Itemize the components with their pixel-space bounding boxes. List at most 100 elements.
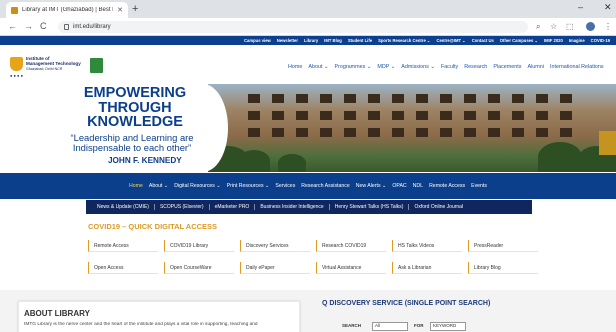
utility-bar: Campus view Newsletter Library IMT Blog Stud… <box>0 36 616 45</box>
library-nav-about[interactable]: About ⌄ <box>149 183 168 189</box>
banner-heading-line-2: THROUGH <box>98 99 172 116</box>
building-window <box>440 111 452 120</box>
quick-access-ask-a-librarian[interactable]: Ask a Librarian <box>392 262 462 274</box>
building-window <box>560 94 572 103</box>
quick-access-research-covid19[interactable]: Research COVID19 <box>316 240 386 252</box>
back-button[interactable]: ← <box>8 21 17 31</box>
library-nav-print-resources[interactable]: Print Resources ⌄ <box>227 183 270 189</box>
building-window <box>272 128 284 137</box>
banner-quote-line-2: Indispensable to each other” <box>72 142 192 153</box>
utility-link-imif-2020[interactable]: IMIF 2020 <box>544 38 563 43</box>
reload-button[interactable]: C <box>40 21 47 31</box>
main-nav-programmes[interactable]: Programmes ⌄ <box>335 64 372 70</box>
building-window <box>464 111 476 120</box>
library-nav-opac[interactable]: OPAC <box>392 183 406 189</box>
building-window <box>368 111 380 120</box>
main-nav-international-relations[interactable]: International Relations <box>550 64 604 70</box>
building-window <box>368 128 380 137</box>
banner-heading-line-1: EMPOWERING <box>83 85 187 101</box>
browser-tab-title: Library at IMT (Ghaziabad) | Best I <box>22 7 114 13</box>
quick-access-daily-epaper[interactable]: Daily ePaper <box>240 262 310 274</box>
imt-emblem-icon[interactable] <box>10 57 23 71</box>
discovery-service-title: Q DISCOVERY SERVICE (SINGLE POINT SEARCH… <box>322 300 491 307</box>
building-window <box>272 94 284 103</box>
browser-tab[interactable]: Library at IMT (Ghaziabad) | Best I ✕ <box>6 2 128 18</box>
library-nav-events[interactable]: Events <box>471 183 487 189</box>
quick-access-library-blog[interactable]: Library Blog <box>468 262 538 274</box>
utility-link-other-campuses[interactable]: Other Campuses ⌄ <box>500 38 538 43</box>
library-nav-home[interactable]: Home <box>129 183 143 189</box>
utility-link-library[interactable]: Library <box>304 38 318 43</box>
tree-shape <box>238 150 270 172</box>
news-link-news-update-cmie[interactable]: News & Update (CMIE) <box>92 204 155 210</box>
building-window <box>416 128 428 137</box>
utility-link-imt-blog[interactable]: IMT Blog <box>324 38 342 43</box>
url-field[interactable]: imt.edu/library <box>58 21 528 33</box>
extension-icon[interactable]: ⬚ <box>566 22 574 31</box>
institute-logo-text[interactable]: Institute of Management Technology Ghazi… <box>26 56 81 72</box>
quick-access-open-courseware[interactable]: Open CourseWare <box>164 262 234 274</box>
main-nav-alumni[interactable]: Alumni <box>527 64 543 70</box>
quick-access-pressreader[interactable]: PressReader <box>468 240 538 252</box>
accreditation-badge-icon <box>90 58 103 73</box>
banner-heading: EMPOWERING THROUGH KNOWLEDGE <box>70 86 200 130</box>
building-window <box>464 94 476 103</box>
quick-access-remote-access[interactable]: Remote Access <box>88 240 158 252</box>
utility-link-campus-view[interactable]: Campus view <box>244 38 271 43</box>
search-scope-select[interactable]: All <box>372 322 408 331</box>
tree-shape <box>278 154 306 172</box>
main-nav-about[interactable]: About ⌄ <box>308 64 328 70</box>
news-link-business-insider-intelligence[interactable]: Business Insider Intelligence <box>255 204 330 210</box>
utility-link-centre-imt[interactable]: Centre@IMT ⌄ <box>436 38 465 43</box>
minimize-window-button[interactable]: – <box>578 2 583 12</box>
for-label: FOR <box>414 323 424 328</box>
quick-access-open-access[interactable]: Open Access <box>88 262 158 274</box>
building-window <box>272 111 284 120</box>
forward-button[interactable]: → <box>24 21 33 31</box>
lock-icon <box>64 24 69 30</box>
utility-link-covid-19[interactable]: COVID-19 <box>591 38 610 43</box>
search-field-select[interactable]: KEYWORD <box>430 322 466 331</box>
news-link-scopus-elsevier[interactable]: SCOPUS (Elsevier) <box>155 204 210 210</box>
main-nav-mdp[interactable]: MDP ⌄ <box>377 64 395 70</box>
main-nav-placements[interactable]: Placements <box>493 64 521 70</box>
building-window <box>512 128 524 137</box>
utility-link-contact-us[interactable]: Contact Us <box>472 38 494 43</box>
main-nav-research[interactable]: Research <box>464 64 487 70</box>
tree-shape <box>538 142 582 172</box>
library-nav-remote-access[interactable]: Remote Access <box>429 183 465 189</box>
main-nav-home[interactable]: Home <box>288 64 302 70</box>
new-tab-button[interactable]: + <box>132 3 138 15</box>
building-window <box>416 111 428 120</box>
news-link-emarketer-pro[interactable]: eMarketer PRO <box>210 204 256 210</box>
library-nav-digital-resources[interactable]: Digital Resources ⌄ <box>174 183 220 189</box>
zoom-icon[interactable]: ⌕ <box>536 22 540 32</box>
main-nav-faculty[interactable]: Faculty <box>441 64 458 70</box>
utility-link-student-life[interactable]: Student Life <box>348 38 372 43</box>
library-nav-new-alerts[interactable]: New Alerts ⌄ <box>356 183 387 189</box>
main-nav-admissions[interactable]: Admissions ⌄ <box>401 64 435 70</box>
quick-access-discovery-services[interactable]: Discovery Services <box>240 240 310 252</box>
news-link-henry-stewart-talks-hs-talks[interactable]: Henry Stewart Talks (HS Talks) <box>330 204 410 210</box>
library-nav-research-assistance[interactable]: Research Assistance <box>301 183 349 189</box>
quick-access-covid19-library[interactable]: COVID19 Library <box>164 240 234 252</box>
news-strip: News & Update (CMIE) SCOPUS (Elsevier) eMa… <box>86 200 532 214</box>
profile-avatar[interactable] <box>586 22 595 31</box>
browser-menu-icon[interactable]: ⋮ <box>604 22 612 31</box>
bookmark-star-icon[interactable]: ☆ <box>550 22 557 31</box>
news-link-oxford-online-journal[interactable]: Oxford Online Journal <box>409 204 468 210</box>
building-window <box>368 94 380 103</box>
library-nav-ndl[interactable]: NDL <box>413 183 423 189</box>
building-window <box>512 94 524 103</box>
building-window <box>296 111 308 120</box>
quick-access-hs-talks-videos[interactable]: HS Talks Videos <box>392 240 462 252</box>
side-floating-tab[interactable] <box>599 131 616 155</box>
close-tab-icon[interactable]: ✕ <box>117 6 123 14</box>
close-window-button[interactable]: ✕ <box>604 2 612 13</box>
library-nav-services[interactable]: Services <box>275 183 295 189</box>
utility-link-sports-research-centre[interactable]: Sports Research Centre ⌄ <box>378 38 430 43</box>
building-window <box>536 111 548 120</box>
utility-link-newsletter[interactable]: Newsletter <box>277 38 298 43</box>
utility-link-imagine[interactable]: Imagine <box>569 38 585 43</box>
quick-access-virtual-assistance[interactable]: Virtual Assistance <box>316 262 386 274</box>
